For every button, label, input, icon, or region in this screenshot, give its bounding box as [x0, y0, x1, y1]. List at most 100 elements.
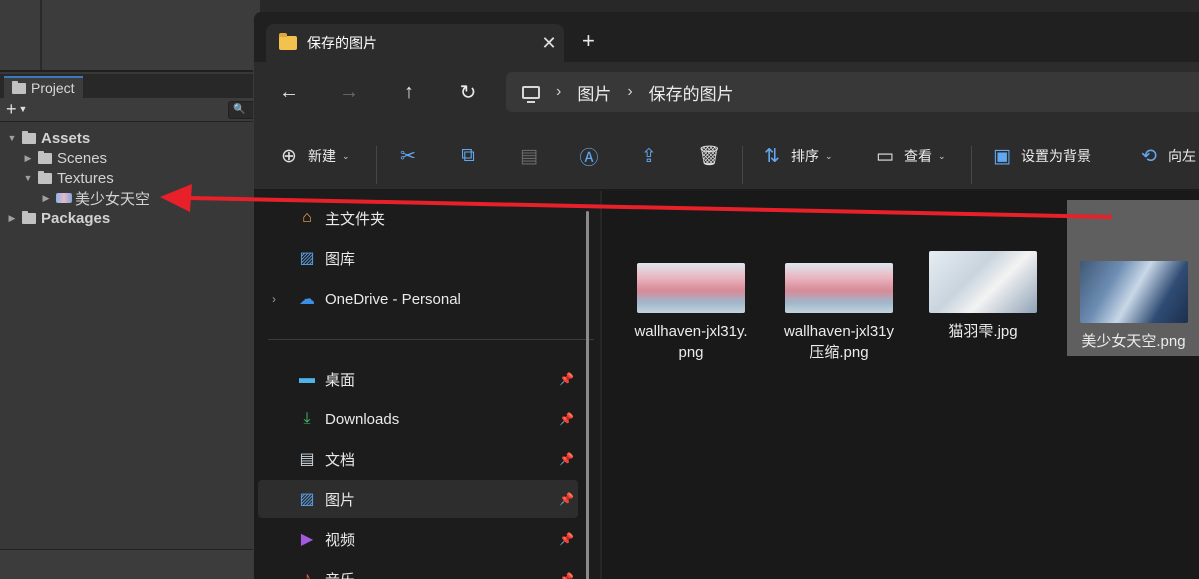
picture-icon: ▨ [299, 491, 315, 508]
folder-icon [279, 33, 297, 50]
file-name: wallhaven-jxl31y.png [634, 323, 748, 361]
tree-item-label: Textures [57, 169, 114, 187]
rename-button[interactable]: Ⓐ [578, 122, 600, 190]
nav-item-label: OneDrive - Personal [325, 290, 461, 308]
chevron-right-icon[interactable]: › [627, 83, 632, 101]
delete-button[interactable]: 🗑 [697, 122, 721, 190]
cut-button[interactable]: ✂ [397, 122, 419, 190]
close-icon[interactable]: ✕ [534, 33, 564, 54]
video-icon: ▶ [300, 531, 314, 548]
nav-item-onedrive[interactable]: › ☁ OneDrive - Personal [258, 280, 578, 318]
tree-item-textures[interactable]: ▼ Textures [0, 168, 260, 188]
tree-item-texture-asset[interactable]: ▶ 美少女天空 [0, 188, 260, 208]
nav-item-gallery[interactable]: ▨ 图库 [258, 239, 578, 277]
copy-icon: ⧉ [461, 145, 475, 166]
nav-item-downloads[interactable]: ⤓ Downloads 📌 [258, 400, 578, 438]
nav-item-documents[interactable]: ▤ 文档 📌 [258, 440, 578, 478]
file-item[interactable]: wallhaven-jxl31y.png [632, 263, 750, 363]
search-icon: 🔍 [233, 104, 246, 115]
expand-arrow-icon[interactable]: ▶ [40, 193, 52, 204]
wallpaper-icon: ▣ [993, 145, 1011, 167]
share-button[interactable]: ⇪ [638, 122, 660, 190]
pin-icon[interactable]: 📌 [559, 492, 574, 506]
breadcrumb-pictures[interactable]: 图片 [577, 80, 611, 105]
tree-item-scenes[interactable]: ▶ Scenes [0, 148, 260, 168]
plus-circle-icon: ⊕ [281, 145, 297, 167]
nav-item-music[interactable]: ♪ 音乐 📌 [258, 560, 578, 579]
pin-icon[interactable]: 📌 [559, 532, 574, 546]
nav-item-label: 主文件夹 [325, 210, 386, 228]
nav-item-videos[interactable]: ▶ 视频 📌 [258, 520, 578, 558]
toolbar-divider [376, 146, 377, 184]
nav-item-label: 图库 [325, 250, 356, 268]
caret-down-icon: ▼ [18, 104, 28, 114]
pin-icon[interactable]: 📌 [559, 412, 574, 426]
panel-divider [40, 0, 42, 72]
tree-item-assets[interactable]: ▼ Assets [0, 128, 260, 148]
desktop-icon: ▬ [299, 370, 315, 387]
file-name: 猫羽雫.jpg [948, 323, 1018, 340]
computer-icon [522, 85, 540, 103]
nav-item-desktop[interactable]: ▬ 桌面 📌 [258, 360, 578, 398]
document-icon: ▤ [299, 451, 315, 468]
paste-button[interactable]: ▤ [518, 122, 540, 190]
tree-item-label: Assets [41, 129, 91, 147]
file-item[interactable]: wallhaven-jxl31y压缩.png [780, 263, 898, 363]
pin-icon[interactable]: 📌 [559, 572, 574, 579]
view-button[interactable]: ▭ 查看 ⌄ [874, 122, 946, 190]
expand-arrow-icon[interactable]: ▼ [22, 173, 34, 183]
tree-item-label: 美少女天空 [75, 190, 151, 208]
navigation-pane: ⌂ 主文件夹 ▨ 图库 › ☁ OneDrive - Personal ▬ 桌面… [254, 191, 594, 579]
file-explorer-window: 保存的图片 ✕ + ← → ↑ ↻ › 图片 › 保存的图片 ⊕ 新建 ⌄ ✂ … [253, 12, 1199, 579]
gallery-icon: ▨ [299, 250, 315, 267]
address-bar-row: ← → ↑ ↻ › 图片 › 保存的图片 [254, 62, 1199, 122]
expand-arrow-icon[interactable]: ▶ [22, 153, 34, 164]
create-button[interactable]: + ▼ [6, 100, 27, 118]
nav-item-label: Downloads [325, 410, 400, 428]
expand-arrow-icon[interactable]: ▶ [6, 213, 18, 224]
breadcrumb-saved-pictures[interactable]: 保存的图片 [649, 80, 734, 105]
file-item-dragged[interactable]: 美少女天空.png [1067, 200, 1199, 356]
nav-item-home[interactable]: ⌂ 主文件夹 [258, 199, 578, 237]
chevron-right-icon[interactable]: › [556, 83, 561, 101]
up-button[interactable]: ↑ [394, 80, 424, 104]
tree-item-packages[interactable]: ▶ Packages [0, 208, 260, 228]
toolbar-divider [742, 146, 743, 184]
music-icon: ♪ [303, 570, 311, 579]
pin-icon[interactable]: 📌 [559, 452, 574, 466]
tab-saved-pictures[interactable]: 保存的图片 ✕ [266, 24, 564, 62]
chevron-right-icon[interactable]: › [272, 292, 276, 306]
file-thumbnail [929, 251, 1037, 313]
set-background-button[interactable]: ▣ 设置为背景 [991, 122, 1091, 190]
forward-button[interactable]: → [334, 80, 364, 104]
file-thumbnail [1079, 261, 1188, 323]
refresh-button[interactable]: ↻ [453, 80, 483, 104]
expand-arrow-icon[interactable]: ▼ [6, 133, 18, 143]
sort-button[interactable]: ⇅ 排序 ⌄ [761, 122, 833, 190]
new-button[interactable]: ⊕ 新建 ⌄ [278, 122, 350, 190]
sort-label: 排序 [791, 148, 819, 164]
copy-button[interactable]: ⧉ [457, 122, 479, 190]
nav-item-label: 文档 [325, 451, 356, 469]
pin-icon[interactable]: 📌 [559, 372, 574, 386]
folder-icon [38, 170, 52, 184]
cloud-icon: ☁ [299, 291, 315, 308]
tree-item-label: Packages [41, 209, 111, 227]
nav-item-pictures[interactable]: ▨ 图片 📌 [258, 480, 578, 518]
address-bar[interactable]: › 图片 › 保存的图片 [506, 72, 1199, 112]
back-button[interactable]: ← [274, 80, 304, 104]
new-tab-button[interactable]: + [582, 30, 595, 52]
texture-icon [56, 193, 72, 203]
project-tree: ▼ Assets ▶ Scenes ▼ Textures ▶ 美少女天空 ▶ P… [0, 128, 260, 228]
toolbar-divider [971, 146, 972, 184]
rotate-left-button[interactable]: ⟲ 向左 [1138, 122, 1196, 190]
share-icon: ⇪ [641, 145, 657, 167]
folder-icon [38, 150, 52, 164]
file-list: wallhaven-jxl31y.png wallhaven-jxl31y压缩.… [602, 191, 1199, 579]
nav-divider [268, 339, 594, 340]
nav-scrollbar[interactable] [584, 191, 590, 579]
tab-project[interactable]: Project [4, 76, 83, 98]
scrollbar-thumb[interactable] [586, 211, 589, 579]
file-item[interactable]: 猫羽雫.jpg [924, 251, 1042, 342]
chevron-down-icon: ⌄ [938, 150, 946, 161]
